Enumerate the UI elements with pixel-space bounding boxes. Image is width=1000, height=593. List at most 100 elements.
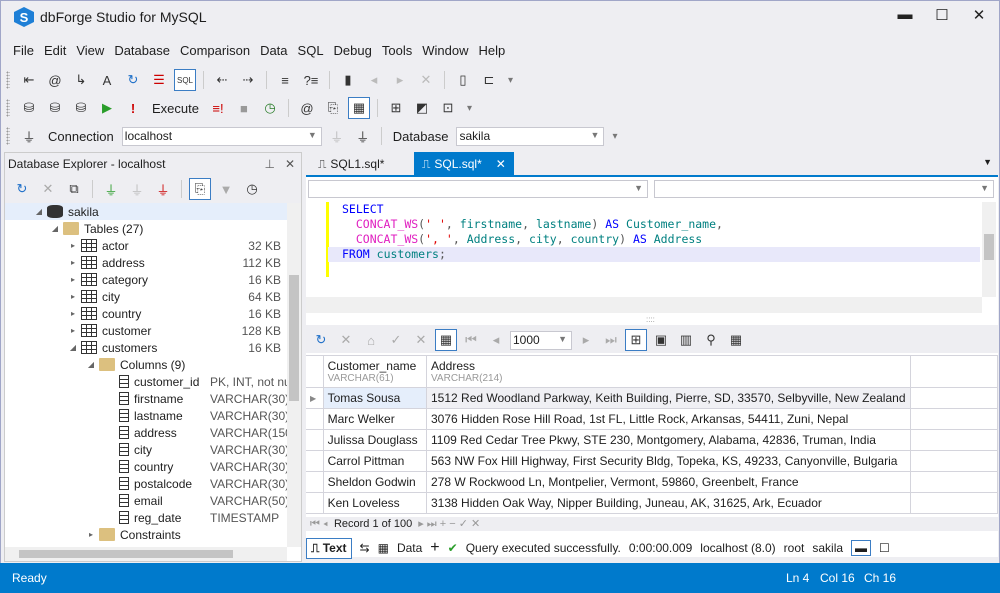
menu-sql[interactable]: SQL xyxy=(293,43,329,58)
tree-node-table[interactable]: ▸ address 112 KB xyxy=(5,254,287,271)
expand-icon[interactable]: ▸ xyxy=(67,309,79,318)
close-panel-icon[interactable]: ✕ xyxy=(285,157,295,171)
cell-customer-name[interactable]: Carrol Pittman xyxy=(322,450,428,472)
editor-hscrollbar[interactable] xyxy=(306,297,982,313)
refresh-icon[interactable]: ↻ xyxy=(310,329,332,351)
results-grid-icon[interactable]: ▦ xyxy=(347,97,370,119)
text-tab[interactable]: ⎍ Text xyxy=(306,537,352,559)
prev-page-icon[interactable]: ◂ xyxy=(485,329,507,351)
next-page-icon[interactable]: ▸ xyxy=(575,329,597,351)
expand-icon[interactable]: ▸ xyxy=(67,258,79,267)
db-refresh-icon[interactable]: ⛁ xyxy=(44,97,66,119)
menu-window[interactable]: Window xyxy=(417,43,473,58)
toolbar-overflow-icon[interactable]: ▾ xyxy=(467,103,472,114)
columns-icon[interactable]: ▥ xyxy=(675,329,697,351)
cancel-icon[interactable]: ✕ xyxy=(335,329,357,351)
cell-address[interactable]: 3076 Hidden Rose Hill Road, 1st FL, Litt… xyxy=(426,408,911,430)
new-query-icon[interactable]: ⊡ xyxy=(437,97,459,119)
tab-list-icon[interactable]: ▼ xyxy=(983,157,992,167)
tree-node-tables[interactable]: ◢ Tables (27) xyxy=(5,220,287,237)
tree-node-constraints[interactable]: ▸ Constraints xyxy=(5,526,287,543)
cell-customer-name[interactable]: Sheldon Godwin xyxy=(322,471,428,493)
table-row[interactable]: Ken Loveless 3138 Hidden Oak Way, Nipper … xyxy=(306,492,998,514)
tree-node-table[interactable]: ▸ country 16 KB xyxy=(5,305,287,322)
scroll-thumb[interactable] xyxy=(289,275,299,401)
row-indicator[interactable]: ▶ xyxy=(306,387,324,409)
minimize-button[interactable]: ▬ xyxy=(893,6,917,23)
new-connection-icon[interactable]: ⏚ xyxy=(100,178,122,200)
connection-select[interactable]: localhost ▼ xyxy=(121,126,322,146)
apply-icon[interactable]: ✓ xyxy=(385,329,407,351)
bookmark-icon[interactable]: ▮ xyxy=(337,69,359,91)
tab-sql1[interactable]: ⎍ SQL1.sql* xyxy=(310,152,392,176)
row-indicator[interactable] xyxy=(306,450,324,472)
object-select[interactable]: ▼ xyxy=(308,180,648,198)
tree-node-column[interactable]: email VARCHAR(50) xyxy=(5,492,287,509)
tab-sql[interactable]: ⎍ SQL.sql* ✕ xyxy=(414,152,514,176)
prev-bookmark-icon[interactable]: ◂ xyxy=(363,69,385,91)
table-row[interactable]: Marc Welker 3076 Hidden Rose Hill Road, 1… xyxy=(306,408,998,430)
diagram-icon[interactable]: ⊏ xyxy=(478,69,500,91)
tree-node-table[interactable]: ▸ actor 32 KB xyxy=(5,237,287,254)
row-indicator[interactable] xyxy=(306,408,324,430)
connect-icon[interactable]: ⏚ xyxy=(326,125,348,147)
row-indicator[interactable] xyxy=(306,492,324,514)
toolbar-grip[interactable] xyxy=(6,127,10,145)
delete-icon[interactable]: ✕ xyxy=(37,178,59,200)
add-icon[interactable]: + xyxy=(430,539,439,557)
tree-node-column[interactable]: country VARCHAR(30), xyxy=(5,458,287,475)
expand-icon[interactable]: ▸ xyxy=(67,241,79,250)
scroll-thumb[interactable] xyxy=(19,550,233,558)
uncomment-icon[interactable]: ?≡ xyxy=(300,69,322,91)
refresh-icon[interactable]: ↻ xyxy=(11,178,33,200)
database-select[interactable]: sakila ▼ xyxy=(456,126,605,146)
tree-node-table[interactable]: ▸ city 64 KB xyxy=(5,288,287,305)
tree-node-column[interactable]: postalcode VARCHAR(30), xyxy=(5,475,287,492)
card-view-icon[interactable]: ▣ xyxy=(650,329,672,351)
comment-icon[interactable]: ≡ xyxy=(274,69,296,91)
menu-tools[interactable]: Tools xyxy=(377,43,417,58)
cell-address[interactable]: 1512 Red Woodland Parkway, Keith Buildin… xyxy=(426,387,911,409)
expand-icon[interactable]: ◢ xyxy=(33,207,45,216)
row-indicator[interactable] xyxy=(306,429,324,451)
split-view-icon[interactable]: ▬ xyxy=(851,540,872,556)
increase-indent-icon[interactable]: ⇢ xyxy=(237,69,259,91)
disconnect-icon[interactable]: ⏚ xyxy=(352,125,374,147)
member-select[interactable]: ▼ xyxy=(654,180,994,198)
expand-icon[interactable]: ◢ xyxy=(67,343,79,352)
last-page-icon[interactable]: ⏭ xyxy=(600,329,622,351)
page-size-select[interactable]: 1000 ▼ xyxy=(510,330,572,350)
expand-icon[interactable]: ▸ xyxy=(67,292,79,301)
execute-current-icon[interactable]: ≡! xyxy=(207,97,229,119)
copy-icon[interactable]: ⎘ xyxy=(189,178,211,200)
new-connection-icon[interactable]: ⏚ xyxy=(18,125,40,147)
menu-database[interactable]: Database xyxy=(109,43,175,58)
record-actions[interactable]: ▸ ⏭ + − ✓ ✕ xyxy=(418,517,480,531)
expand-icon[interactable]: ◢ xyxy=(85,360,97,369)
case-icon[interactable]: A xyxy=(96,69,118,91)
object-history-icon[interactable]: ◷ xyxy=(241,178,263,200)
tree-node-column[interactable]: firstname VARCHAR(30), xyxy=(5,390,287,407)
disconnect-icon[interactable]: ⏚ xyxy=(152,178,174,200)
data-tab[interactable]: Data xyxy=(397,541,422,555)
cell-address[interactable]: 278 W Rockwood Ln, Montpelier, Vermont, … xyxy=(426,471,911,493)
filter-icon[interactable]: ▼ xyxy=(215,178,237,200)
variable-icon[interactable]: @ xyxy=(44,69,66,91)
clear-icon[interactable]: ☰ xyxy=(148,69,170,91)
menu-comparison[interactable]: Comparison xyxy=(175,43,255,58)
tree-node-column[interactable]: customer_id PK, INT, not nu xyxy=(5,373,287,390)
table-row[interactable]: Sheldon Godwin 278 W Rockwood Ln, Montpel… xyxy=(306,471,998,493)
tree-node-table[interactable]: ◢ customers 16 KB xyxy=(5,339,287,356)
cell-address[interactable]: 3138 Hidden Oak Way, Nipper Building, Ju… xyxy=(426,492,911,514)
pin-icon[interactable]: ⊥ xyxy=(265,157,275,171)
toolbar-grip[interactable] xyxy=(6,71,10,89)
jump-icon[interactable]: ↳ xyxy=(70,69,92,91)
export-icon[interactable]: ⎘ xyxy=(322,97,344,119)
menu-edit[interactable]: Edit xyxy=(39,43,71,58)
next-bookmark-icon[interactable]: ▸ xyxy=(389,69,411,91)
stop-icon[interactable]: ■ xyxy=(233,97,255,119)
export-grid-icon[interactable]: ▦ xyxy=(725,329,747,351)
editor-vscrollbar[interactable] xyxy=(982,202,996,297)
tree-node-db[interactable]: ◢ sakila xyxy=(5,203,287,220)
toolbar-overflow-icon[interactable]: ▾ xyxy=(508,75,513,86)
